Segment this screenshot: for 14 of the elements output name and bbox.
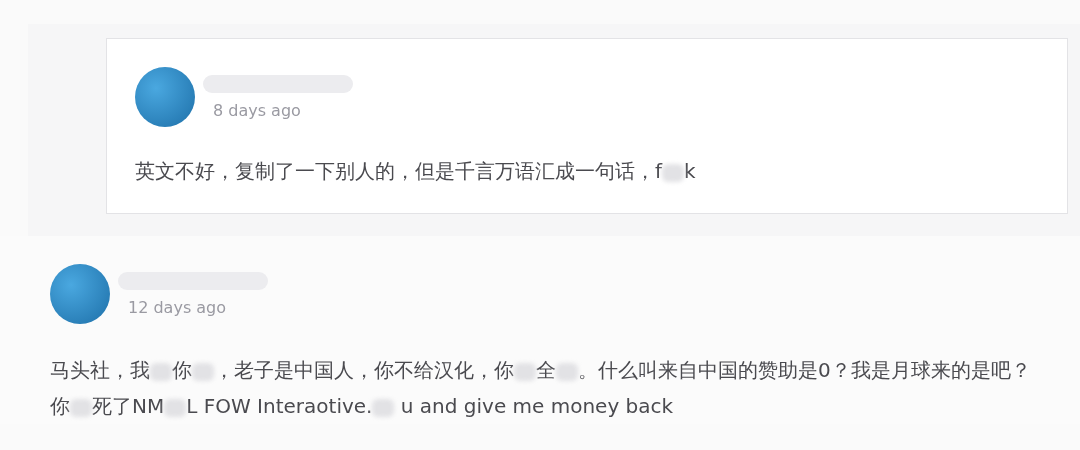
comment-time: 8 days ago [213,100,302,120]
censor-blur [662,163,685,182]
comment-time: 12 days ago [128,297,228,317]
comment-text: 英文不好，复制了一下别人的，但是千言万语汇成一句话，f k [135,158,697,185]
censor-blur [164,398,187,417]
censor-blur [70,398,92,417]
censor-blur [372,398,395,417]
avatar-icon [135,67,195,127]
censor-blur [514,362,536,381]
comment-text: 马头社，我 你 ，老子是中国人，你不给汉化，你 全 。什么叫来自中国的赞助是0？我是月球来的是吧？你 死了NM L FOW Interaotive. u and give me money back [50,357,1032,420]
avatar-icon [50,264,110,324]
censor-blur [150,362,172,381]
censor-blur [556,362,578,381]
censor-blur [192,362,214,381]
